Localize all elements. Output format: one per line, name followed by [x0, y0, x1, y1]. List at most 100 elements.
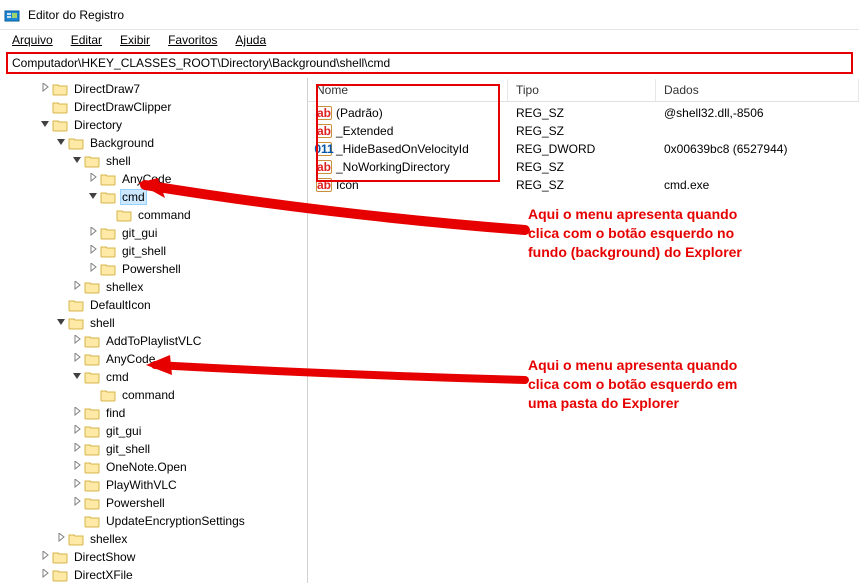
- value-row[interactable]: 011_HideBasedOnVelocityIdREG_DWORD0x0063…: [308, 140, 859, 158]
- expand-icon[interactable]: [70, 353, 84, 365]
- expand-icon[interactable]: [86, 173, 100, 185]
- tree-item-git_gui1[interactable]: git_gui: [0, 224, 307, 242]
- tree-item-powershell1[interactable]: Powershell: [0, 260, 307, 278]
- folder-icon: [52, 568, 68, 582]
- value-name: Icon: [336, 178, 359, 192]
- expand-icon[interactable]: [38, 551, 52, 563]
- tree-item-find[interactable]: find: [0, 404, 307, 422]
- tree-item-label: git_shell: [120, 244, 168, 258]
- value-type: REG_SZ: [508, 106, 656, 120]
- col-type[interactable]: Tipo: [508, 79, 656, 101]
- string-value-icon: ab: [316, 106, 332, 120]
- tree-item-onenoteopen[interactable]: OneNote.Open: [0, 458, 307, 476]
- tree-item-powershell2[interactable]: Powershell: [0, 494, 307, 512]
- expand-icon[interactable]: [70, 497, 84, 509]
- collapse-icon[interactable]: [70, 155, 84, 167]
- value-type: REG_DWORD: [508, 142, 656, 156]
- expand-icon[interactable]: [70, 425, 84, 437]
- tree-item-anycode2[interactable]: AnyCode: [0, 350, 307, 368]
- value-name: _NoWorkingDirectory: [336, 160, 450, 174]
- expand-icon[interactable]: [38, 83, 52, 95]
- tree-item-playwithvlc[interactable]: PlayWithVLC: [0, 476, 307, 494]
- tree-item-addtoplaylistvlc[interactable]: AddToPlaylistVLC: [0, 332, 307, 350]
- tree-item-label: cmd: [104, 370, 131, 384]
- value-name: _HideBasedOnVelocityId: [336, 142, 469, 156]
- list-header[interactable]: Nome Tipo Dados: [308, 78, 859, 102]
- tree-item-background[interactable]: Background: [0, 134, 307, 152]
- tree-item-command2[interactable]: ·command: [0, 386, 307, 404]
- tree-item-command1[interactable]: ·command: [0, 206, 307, 224]
- tree-item-shellex2[interactable]: shellex: [0, 530, 307, 548]
- col-name[interactable]: Nome: [308, 79, 508, 101]
- tree-item-label: DirectDrawClipper: [72, 100, 173, 114]
- collapse-icon[interactable]: [86, 191, 100, 203]
- collapse-icon[interactable]: [70, 371, 84, 383]
- expand-icon[interactable]: [38, 569, 52, 581]
- folder-icon: [100, 262, 116, 276]
- tree-item-updateencryption[interactable]: ·UpdateEncryptionSettings: [0, 512, 307, 530]
- folder-icon: [52, 118, 68, 132]
- tree-item-git_gui2[interactable]: git_gui: [0, 422, 307, 440]
- value-row[interactable]: ab(Padrão)REG_SZ@shell32.dll,-8506: [308, 104, 859, 122]
- col-data[interactable]: Dados: [656, 79, 859, 101]
- expand-icon[interactable]: [70, 461, 84, 473]
- annotation-text-bottom: Aqui o menu apresenta quando clica com o…: [528, 356, 737, 413]
- menu-edit[interactable]: Editar: [63, 31, 110, 49]
- tree-item-directory[interactable]: Directory: [0, 116, 307, 134]
- expand-icon[interactable]: [70, 407, 84, 419]
- tree-item-label: cmd: [120, 189, 147, 205]
- tree-item-label: UpdateEncryptionSettings: [104, 514, 247, 528]
- menu-view[interactable]: Exibir: [112, 31, 158, 49]
- menu-file[interactable]: Arquivo: [4, 31, 61, 49]
- expand-icon[interactable]: [54, 533, 68, 545]
- tree-panel[interactable]: DirectDraw7 · DirectDrawClipper DirectoryBa…: [0, 78, 308, 583]
- tree-dot: ·: [54, 300, 68, 311]
- collapse-icon[interactable]: [38, 119, 52, 131]
- expand-icon[interactable]: [70, 335, 84, 347]
- menu-help[interactable]: Ajuda: [227, 31, 274, 49]
- value-row[interactable]: ab_ExtendedREG_SZ: [308, 122, 859, 140]
- tree-item-git_shell2[interactable]: git_shell: [0, 440, 307, 458]
- tree-item-label: DefaultIcon: [88, 298, 153, 312]
- address-bar[interactable]: Computador\HKEY_CLASSES_ROOT\Directory\B…: [6, 52, 853, 74]
- folder-icon: [84, 424, 100, 438]
- menu-favorites[interactable]: Favoritos: [160, 31, 225, 49]
- tree-item-directshow[interactable]: DirectShow: [0, 548, 307, 566]
- folder-icon: [68, 136, 84, 150]
- expand-icon[interactable]: [70, 479, 84, 491]
- menu-bar: Arquivo Editar Exibir Favoritos Ajuda: [0, 30, 859, 50]
- folder-icon: [100, 190, 116, 204]
- values-panel: Nome Tipo Dados ab(Padrão)REG_SZ@shell32…: [308, 78, 859, 583]
- tree-item-cmd2[interactable]: cmd: [0, 368, 307, 386]
- tree-item-cmd1[interactable]: cmd: [0, 188, 307, 206]
- tree-item-shellex1[interactable]: shellex: [0, 278, 307, 296]
- tree-item-defaulticon[interactable]: · DefaultIcon: [0, 296, 307, 314]
- folder-icon: [84, 334, 100, 348]
- tree-item-git_shell1[interactable]: git_shell: [0, 242, 307, 260]
- folder-icon: [100, 388, 116, 402]
- tree-dot: ·: [38, 102, 52, 113]
- folder-icon: [84, 514, 100, 528]
- tree-item-bg_shell[interactable]: shell: [0, 152, 307, 170]
- tree-item-anycode1[interactable]: AnyCode: [0, 170, 307, 188]
- value-name: (Padrão): [336, 106, 383, 120]
- collapse-icon[interactable]: [54, 317, 68, 329]
- tree-item-directxfile[interactable]: DirectXFile: [0, 566, 307, 583]
- expand-icon[interactable]: [70, 281, 84, 293]
- expand-icon[interactable]: [70, 443, 84, 455]
- folder-icon: [100, 226, 116, 240]
- expand-icon[interactable]: [86, 245, 100, 257]
- folder-icon: [100, 172, 116, 186]
- value-row[interactable]: abIconREG_SZcmd.exe: [308, 176, 859, 194]
- tree-item-directdrawclipper[interactable]: · DirectDrawClipper: [0, 98, 307, 116]
- tree-item-shell2[interactable]: shell: [0, 314, 307, 332]
- tree-item-label: AnyCode: [120, 172, 173, 186]
- folder-icon: [84, 442, 100, 456]
- value-row[interactable]: ab_NoWorkingDirectoryREG_SZ: [308, 158, 859, 176]
- collapse-icon[interactable]: [54, 137, 68, 149]
- expand-icon[interactable]: [86, 263, 100, 275]
- tree-item-label: find: [104, 406, 127, 420]
- tree-item-directdraw7[interactable]: DirectDraw7: [0, 80, 307, 98]
- folder-icon: [100, 244, 116, 258]
- expand-icon[interactable]: [86, 227, 100, 239]
